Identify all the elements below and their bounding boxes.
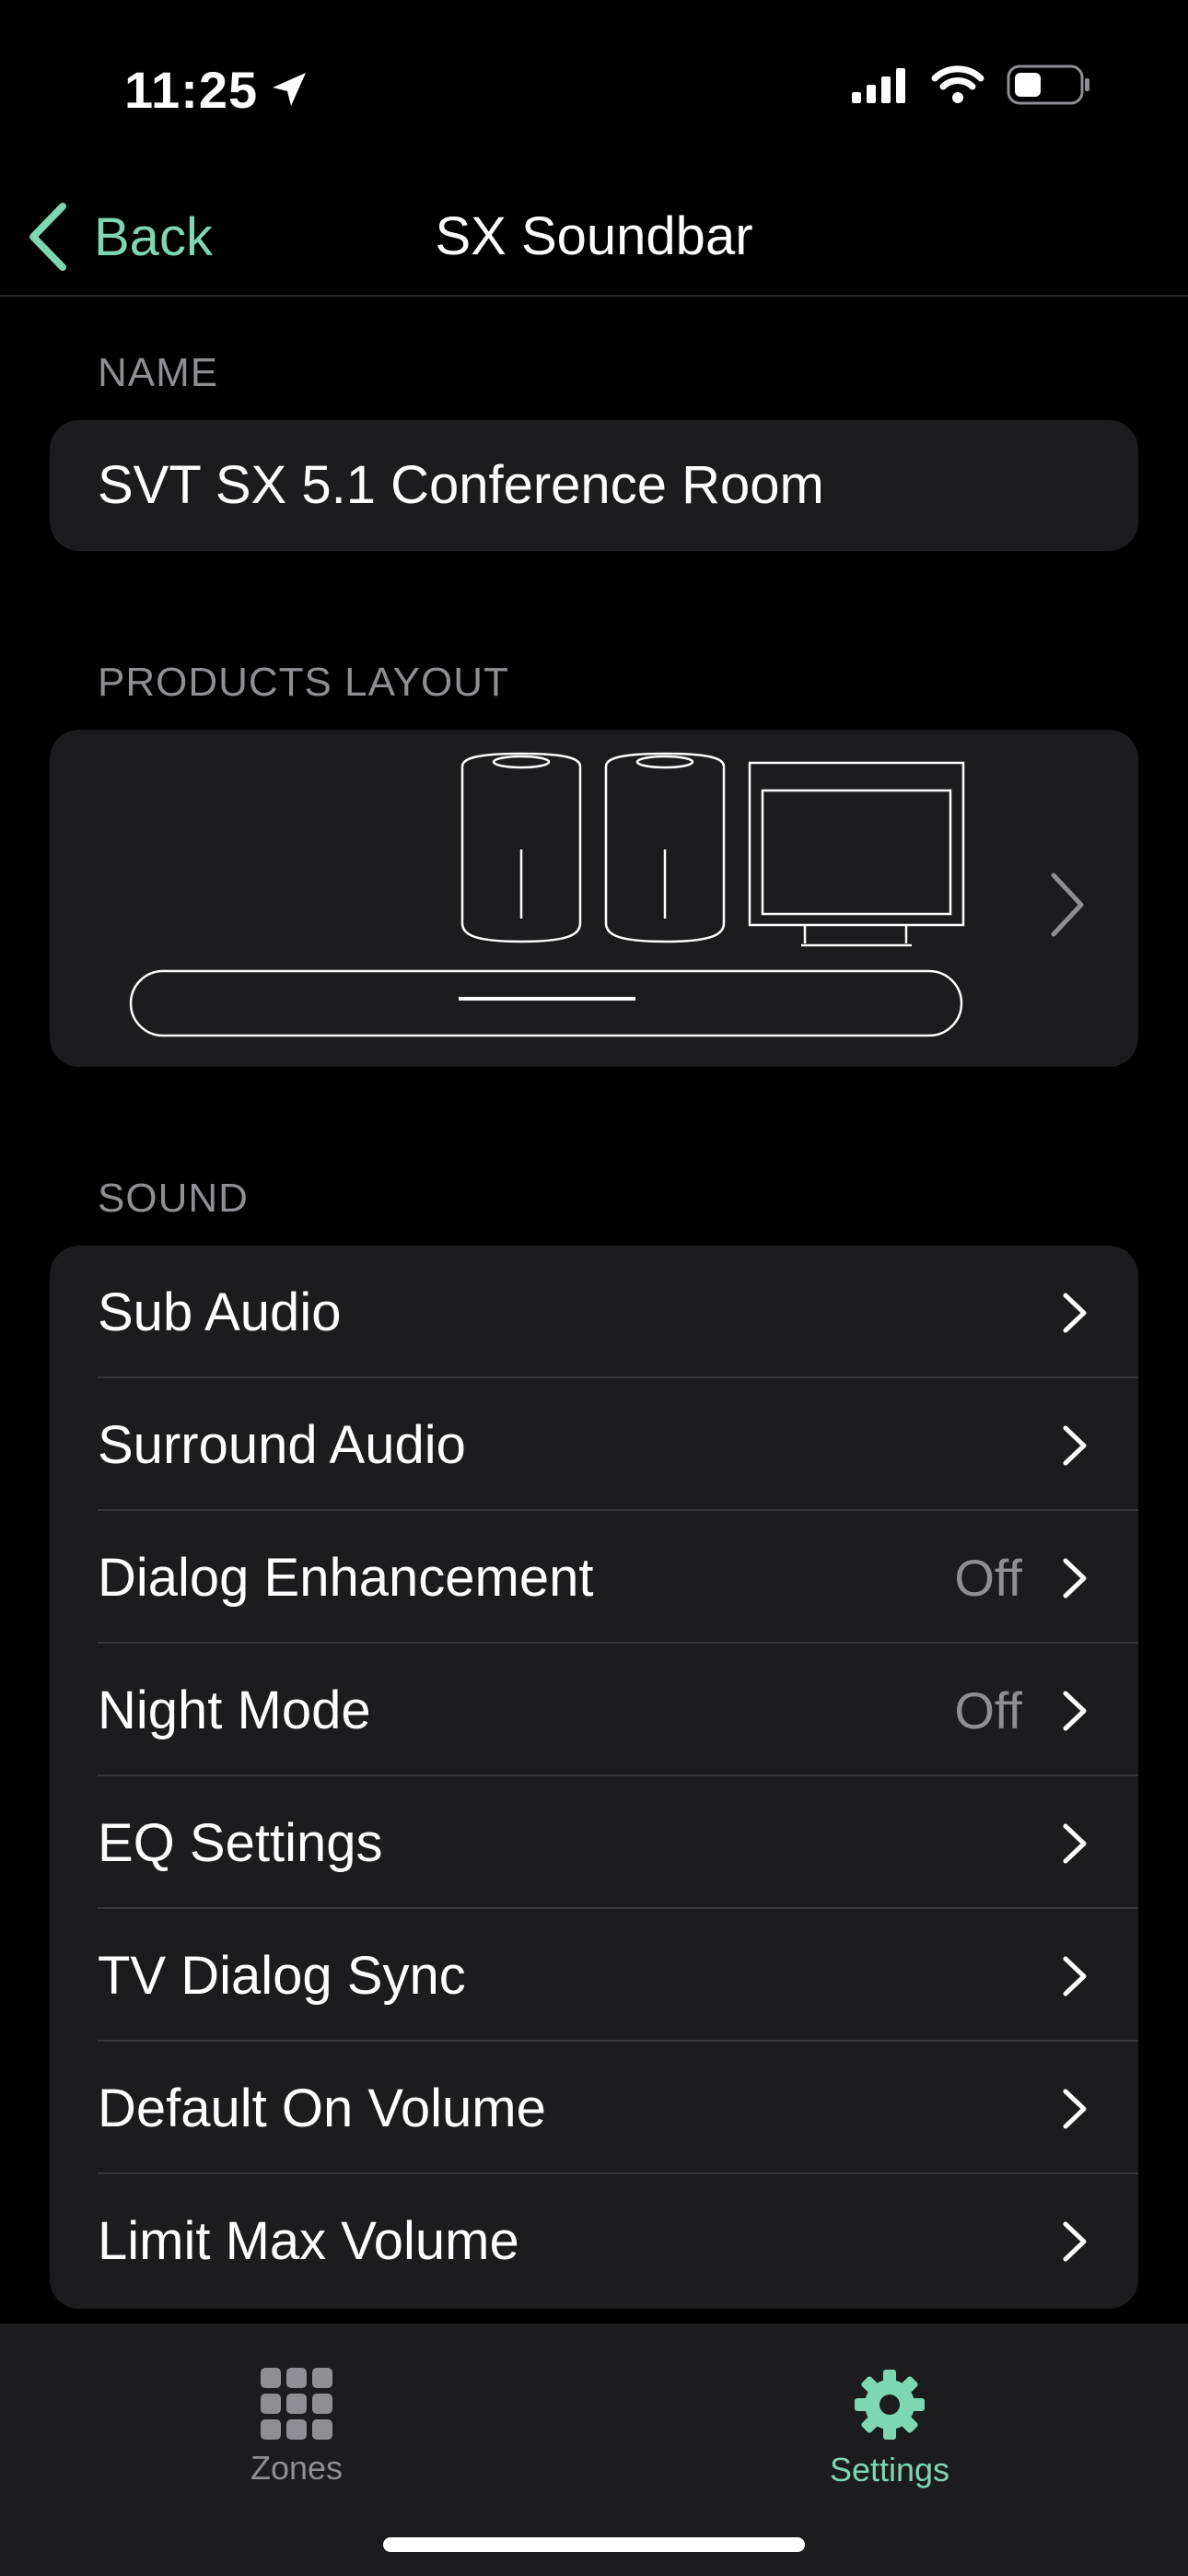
wifi-icon: [931, 65, 984, 103]
grid-icon: [261, 2368, 332, 2440]
tab-zones[interactable]: Zones: [158, 2342, 435, 2489]
surround-speaker-left-icon: [460, 752, 582, 943]
section-header-sound: SOUND: [98, 1176, 249, 1221]
row-label: TV Dialog Sync: [98, 1945, 466, 2006]
navigation-bar: Back SX Soundbar: [0, 175, 1188, 297]
surround-speaker-right-icon: [604, 752, 726, 943]
chevron-right-icon: [1063, 1293, 1087, 1333]
row-label: Surround Audio: [98, 1414, 466, 1475]
row-label: Dialog Enhancement: [98, 1547, 594, 1608]
row-value: Off: [954, 1548, 1022, 1607]
page-title: SX Soundbar: [435, 206, 753, 266]
chevron-right-icon: [1063, 1425, 1087, 1466]
tab-label: Settings: [829, 2451, 950, 2488]
row-value: Off: [954, 1680, 1022, 1739]
row-label: Limit Max Volume: [98, 2210, 519, 2271]
sound-row-surround-audio[interactable]: Surround Audio: [50, 1378, 1138, 1511]
row-label: Night Mode: [98, 1680, 371, 1740]
chevron-right-icon: [1063, 1956, 1087, 1996]
row-label: EQ Settings: [98, 1812, 383, 1873]
chevron-right-icon: [1051, 872, 1084, 937]
sound-row-limit-max-volume[interactable]: Limit Max Volume: [50, 2174, 1138, 2307]
sound-row-sub-audio[interactable]: Sub Audio: [50, 1246, 1138, 1378]
chevron-right-icon: [1063, 1823, 1087, 1864]
status-icons: [850, 64, 1091, 105]
sound-row-eq-settings[interactable]: EQ Settings: [50, 1776, 1138, 1909]
status-time-group: 11:25: [124, 57, 311, 122]
row-label: Default On Volume: [98, 2078, 546, 2138]
tab-label: Zones: [250, 2449, 344, 2487]
home-indicator: [383, 2537, 805, 2552]
status-bar: 11:25: [0, 0, 1188, 175]
chevron-right-icon: [1063, 1558, 1087, 1598]
sound-row-night-mode[interactable]: Night Mode Off: [50, 1644, 1138, 1776]
chevron-right-icon: [1063, 1691, 1087, 1731]
products-layout-illustration: [129, 752, 1084, 1037]
sound-row-dialog-enhancement[interactable]: Dialog Enhancement Off: [50, 1511, 1138, 1644]
sound-settings-list: Sub Audio Surround Audio Dialog Enhancem…: [50, 1246, 1138, 2309]
location-arrow-icon: [273, 73, 307, 106]
sound-row-tv-dialog-sync[interactable]: TV Dialog Sync: [50, 1909, 1138, 2042]
gear-icon: [855, 2370, 925, 2440]
tv-icon: [748, 761, 965, 947]
soundbar-icon: [129, 969, 963, 1037]
section-header-products-layout: PRODUCTS LAYOUT: [98, 660, 509, 705]
battery-icon: [1007, 64, 1089, 105]
chevron-right-icon: [1063, 2221, 1087, 2262]
products-layout-card[interactable]: [50, 730, 1138, 1067]
status-time: 11:25: [124, 60, 259, 119]
row-label: Sub Audio: [98, 1282, 342, 1342]
chevron-right-icon: [1063, 2089, 1087, 2129]
section-header-name: NAME: [98, 350, 219, 395]
sound-row-default-on-volume[interactable]: Default On Volume: [50, 2042, 1138, 2174]
name-value: SVT SX 5.1 Conference Room: [98, 455, 824, 515]
cellular-signal-icon: [852, 68, 905, 103]
tab-settings[interactable]: Settings: [751, 2342, 1028, 2489]
name-field[interactable]: SVT SX 5.1 Conference Room: [50, 420, 1138, 551]
